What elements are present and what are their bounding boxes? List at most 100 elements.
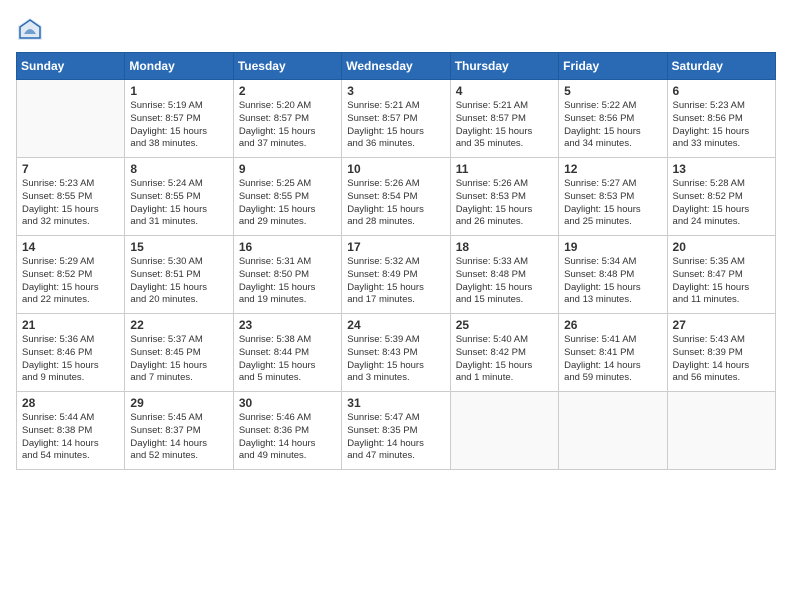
calendar-cell: 15 Sunrise: 5:30 AM Sunset: 8:51 PM Dayli… xyxy=(125,236,233,314)
calendar-cell: 17Sunrise: 5:32 AM Sunset: 8:49 PM Dayli… xyxy=(342,236,450,314)
day-number: 28 xyxy=(22,396,119,410)
calendar-cell: 26 Sunrise: 5:41 AM Sunset: 8:41 PM Dayli… xyxy=(559,314,667,392)
calendar-cell: 11 Sunrise: 5:26 AM Sunset: 8:53 PM Dayli… xyxy=(450,158,558,236)
calendar-cell: 8 Sunrise: 5:24 AM Sunset: 8:55 PM Daylig… xyxy=(125,158,233,236)
day-info: Sunrise: 5:36 AM Sunset: 8:46 PM Dayligh… xyxy=(22,334,119,385)
day-number: 5 xyxy=(564,84,661,98)
calendar-cell: 20 Sunrise: 5:35 AM Sunset: 8:47 PM Dayli… xyxy=(667,236,775,314)
day-number: 29 xyxy=(130,396,227,410)
calendar-cell: 14 Sunrise: 5:29 AM Sunset: 8:52 PM Dayli… xyxy=(17,236,125,314)
day-info: Sunrise: 5:20 AM Sunset: 8:57 PM Dayligh… xyxy=(239,100,336,151)
day-number: 31 xyxy=(347,396,444,410)
day-info: Sunrise: 5:24 AM Sunset: 8:55 PM Dayligh… xyxy=(130,178,227,229)
day-info: Sunrise: 5:31 AM Sunset: 8:50 PM Dayligh… xyxy=(239,256,336,307)
day-number: 25 xyxy=(456,318,553,332)
weekday-header-sunday: Sunday xyxy=(17,53,125,80)
calendar-cell xyxy=(559,392,667,470)
day-info: Sunrise: 5:22 AM Sunset: 8:56 PM Dayligh… xyxy=(564,100,661,151)
calendar-table: SundayMondayTuesdayWednesdayThursdayFrid… xyxy=(16,52,776,470)
week-row-1: 1Sunrise: 5:19 AM Sunset: 8:57 PM Daylig… xyxy=(17,80,776,158)
day-info: Sunrise: 5:30 AM Sunset: 8:51 PM Dayligh… xyxy=(130,256,227,307)
day-number: 3 xyxy=(347,84,444,98)
day-number: 22 xyxy=(130,318,227,332)
calendar-cell: 29 Sunrise: 5:45 AM Sunset: 8:37 PM Dayli… xyxy=(125,392,233,470)
day-number: 12 xyxy=(564,162,661,176)
calendar-cell: 24 Sunrise: 5:39 AM Sunset: 8:43 PM Dayli… xyxy=(342,314,450,392)
calendar-cell: 27 Sunrise: 5:43 AM Sunset: 8:39 PM Dayli… xyxy=(667,314,775,392)
calendar-cell: 9 Sunrise: 5:25 AM Sunset: 8:55 PM Daylig… xyxy=(233,158,341,236)
day-number: 19 xyxy=(564,240,661,254)
calendar-cell: 18Sunrise: 5:33 AM Sunset: 8:48 PM Dayli… xyxy=(450,236,558,314)
calendar-body: 1Sunrise: 5:19 AM Sunset: 8:57 PM Daylig… xyxy=(17,80,776,470)
calendar-cell: 23Sunrise: 5:38 AM Sunset: 8:44 PM Dayli… xyxy=(233,314,341,392)
day-info: Sunrise: 5:47 AM Sunset: 8:35 PM Dayligh… xyxy=(347,412,444,463)
day-info: Sunrise: 5:41 AM Sunset: 8:41 PM Dayligh… xyxy=(564,334,661,385)
day-info: Sunrise: 5:19 AM Sunset: 8:57 PM Dayligh… xyxy=(130,100,227,151)
day-number: 7 xyxy=(22,162,119,176)
calendar-cell: 3 Sunrise: 5:21 AM Sunset: 8:57 PM Daylig… xyxy=(342,80,450,158)
day-number: 16 xyxy=(239,240,336,254)
calendar-cell: 7Sunrise: 5:23 AM Sunset: 8:55 PM Daylig… xyxy=(17,158,125,236)
day-info: Sunrise: 5:28 AM Sunset: 8:52 PM Dayligh… xyxy=(673,178,770,229)
day-number: 14 xyxy=(22,240,119,254)
calendar-cell: 22 Sunrise: 5:37 AM Sunset: 8:45 PM Dayli… xyxy=(125,314,233,392)
day-number: 8 xyxy=(130,162,227,176)
day-info: Sunrise: 5:29 AM Sunset: 8:52 PM Dayligh… xyxy=(22,256,119,307)
day-info: Sunrise: 5:23 AM Sunset: 8:56 PM Dayligh… xyxy=(673,100,770,151)
day-info: Sunrise: 5:21 AM Sunset: 8:57 PM Dayligh… xyxy=(347,100,444,151)
day-info: Sunrise: 5:43 AM Sunset: 8:39 PM Dayligh… xyxy=(673,334,770,385)
day-info: Sunrise: 5:45 AM Sunset: 8:37 PM Dayligh… xyxy=(130,412,227,463)
weekday-header-row: SundayMondayTuesdayWednesdayThursdayFrid… xyxy=(17,53,776,80)
logo-icon xyxy=(16,16,44,44)
calendar-header: SundayMondayTuesdayWednesdayThursdayFrid… xyxy=(17,53,776,80)
day-info: Sunrise: 5:46 AM Sunset: 8:36 PM Dayligh… xyxy=(239,412,336,463)
day-number: 2 xyxy=(239,84,336,98)
calendar-cell: 10Sunrise: 5:26 AM Sunset: 8:54 PM Dayli… xyxy=(342,158,450,236)
week-row-2: 7Sunrise: 5:23 AM Sunset: 8:55 PM Daylig… xyxy=(17,158,776,236)
day-info: Sunrise: 5:26 AM Sunset: 8:53 PM Dayligh… xyxy=(456,178,553,229)
day-number: 27 xyxy=(673,318,770,332)
day-info: Sunrise: 5:44 AM Sunset: 8:38 PM Dayligh… xyxy=(22,412,119,463)
day-number: 24 xyxy=(347,318,444,332)
day-number: 9 xyxy=(239,162,336,176)
calendar-cell: 31 Sunrise: 5:47 AM Sunset: 8:35 PM Dayli… xyxy=(342,392,450,470)
day-number: 6 xyxy=(673,84,770,98)
calendar-cell xyxy=(667,392,775,470)
calendar-cell xyxy=(17,80,125,158)
day-info: Sunrise: 5:21 AM Sunset: 8:57 PM Dayligh… xyxy=(456,100,553,151)
day-info: Sunrise: 5:39 AM Sunset: 8:43 PM Dayligh… xyxy=(347,334,444,385)
day-number: 13 xyxy=(673,162,770,176)
calendar-cell: 19 Sunrise: 5:34 AM Sunset: 8:48 PM Dayli… xyxy=(559,236,667,314)
weekday-header-tuesday: Tuesday xyxy=(233,53,341,80)
weekday-header-friday: Friday xyxy=(559,53,667,80)
day-info: Sunrise: 5:25 AM Sunset: 8:55 PM Dayligh… xyxy=(239,178,336,229)
day-info: Sunrise: 5:38 AM Sunset: 8:44 PM Dayligh… xyxy=(239,334,336,385)
day-number: 11 xyxy=(456,162,553,176)
calendar-cell: 25Sunrise: 5:40 AM Sunset: 8:42 PM Dayli… xyxy=(450,314,558,392)
day-info: Sunrise: 5:37 AM Sunset: 8:45 PM Dayligh… xyxy=(130,334,227,385)
weekday-header-wednesday: Wednesday xyxy=(342,53,450,80)
weekday-header-saturday: Saturday xyxy=(667,53,775,80)
logo xyxy=(16,16,48,44)
day-number: 20 xyxy=(673,240,770,254)
calendar-cell: 13 Sunrise: 5:28 AM Sunset: 8:52 PM Dayli… xyxy=(667,158,775,236)
day-number: 26 xyxy=(564,318,661,332)
day-number: 15 xyxy=(130,240,227,254)
calendar-cell: 5 Sunrise: 5:22 AM Sunset: 8:56 PM Daylig… xyxy=(559,80,667,158)
day-info: Sunrise: 5:35 AM Sunset: 8:47 PM Dayligh… xyxy=(673,256,770,307)
calendar-cell: 1Sunrise: 5:19 AM Sunset: 8:57 PM Daylig… xyxy=(125,80,233,158)
calendar-cell: 28 Sunrise: 5:44 AM Sunset: 8:38 PM Dayli… xyxy=(17,392,125,470)
weekday-header-monday: Monday xyxy=(125,53,233,80)
day-number: 18 xyxy=(456,240,553,254)
day-number: 10 xyxy=(347,162,444,176)
day-number: 17 xyxy=(347,240,444,254)
day-info: Sunrise: 5:27 AM Sunset: 8:53 PM Dayligh… xyxy=(564,178,661,229)
calendar-cell: 21Sunrise: 5:36 AM Sunset: 8:46 PM Dayli… xyxy=(17,314,125,392)
calendar-cell: 2 Sunrise: 5:20 AM Sunset: 8:57 PM Daylig… xyxy=(233,80,341,158)
day-number: 4 xyxy=(456,84,553,98)
calendar-cell: 6 Sunrise: 5:23 AM Sunset: 8:56 PM Daylig… xyxy=(667,80,775,158)
day-info: Sunrise: 5:34 AM Sunset: 8:48 PM Dayligh… xyxy=(564,256,661,307)
week-row-4: 21Sunrise: 5:36 AM Sunset: 8:46 PM Dayli… xyxy=(17,314,776,392)
day-number: 30 xyxy=(239,396,336,410)
calendar-cell: 16 Sunrise: 5:31 AM Sunset: 8:50 PM Dayli… xyxy=(233,236,341,314)
